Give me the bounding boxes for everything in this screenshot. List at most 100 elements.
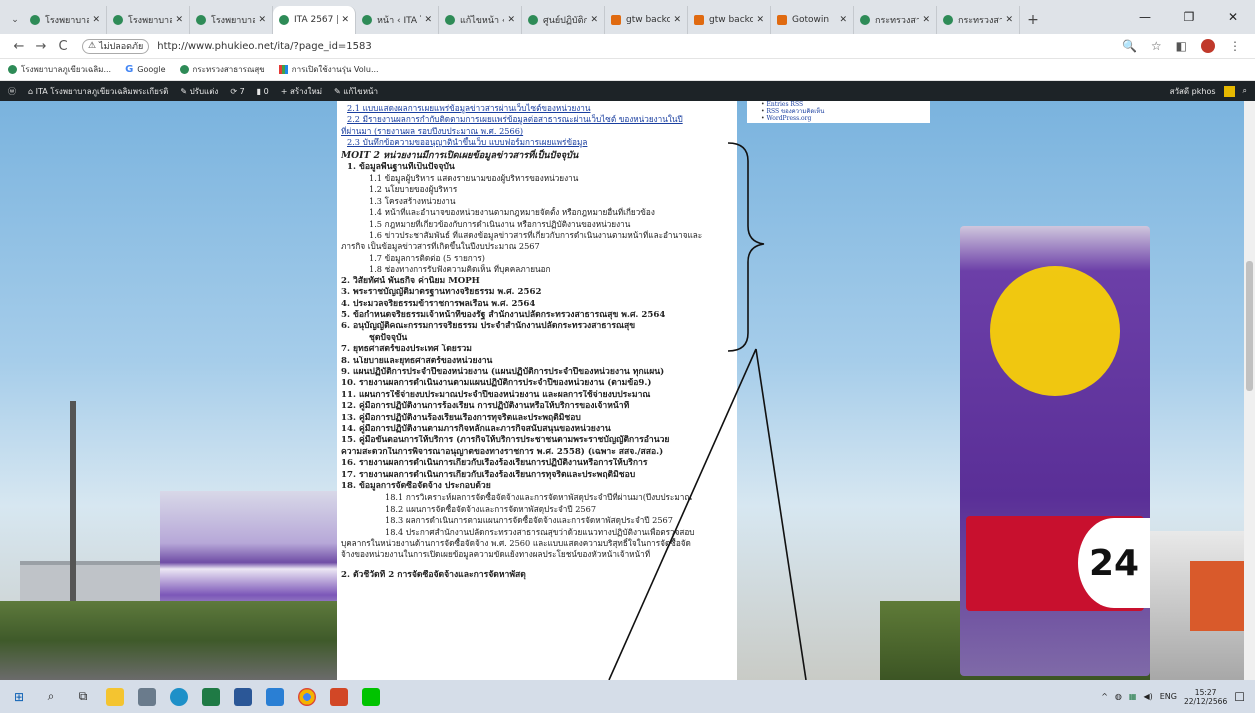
excel-icon[interactable]	[202, 687, 220, 706]
forward-button[interactable]: →	[30, 39, 52, 54]
site-icon	[279, 15, 289, 25]
admin-customize[interactable]: ✎ ปรับแต่ง	[180, 85, 218, 98]
page-scrollbar[interactable]	[1244, 101, 1255, 680]
new-tab-button[interactable]: +	[1020, 6, 1046, 34]
profile-avatar[interactable]	[1201, 39, 1215, 53]
app-icon[interactable]	[266, 687, 284, 706]
pencil-icon: ✎	[333, 86, 344, 96]
bookmarks-bar: โรงพยาบาลภูเขียวเฉลิม... G Google กระทรวงสา…	[0, 59, 1255, 81]
network-icon[interactable]: ◍	[1115, 692, 1122, 701]
tab-title: Gotowin	[792, 15, 830, 25]
browser-tab[interactable]: ITA 2567 | IT✕	[273, 6, 356, 34]
notification-icon[interactable]: ☐	[1234, 690, 1245, 704]
toolbar-right: 🔍 ☆ ◧ ⋮	[1122, 39, 1241, 53]
close-tab-icon[interactable]: ✕	[92, 15, 100, 25]
bookmark-label: Google	[137, 65, 166, 74]
close-window-button[interactable]: ✕	[1211, 0, 1255, 34]
powerpoint-icon[interactable]	[330, 687, 348, 706]
search-icon[interactable]: ⌕	[1243, 86, 1247, 96]
url-field[interactable]: ⚠ ไม่ปลอดภัย http://www.phukieo.net/ita/?…	[82, 36, 1122, 56]
close-tab-icon[interactable]: ✕	[839, 15, 847, 25]
clock[interactable]: 15:27 22/12/2566	[1184, 688, 1227, 706]
bookmark-label: โรงพยาบาลภูเขียวเฉลิม...	[21, 65, 112, 74]
close-tab-icon[interactable]: ✕	[756, 15, 764, 25]
chrome-icon[interactable]	[298, 687, 316, 706]
bookmark-item[interactable]: โรงพยาบาลภูเขียวเฉลิม...	[8, 63, 111, 76]
tab-list: โรงพยาบาลภูเ✕โรงพยาบาลภูเ✕โรงพยาบาลภูเ✕I…	[24, 6, 1020, 34]
browser-tab[interactable]: แก้ไขหน้า ‹ IT✕	[439, 6, 522, 34]
url-text: http://www.phukieo.net/ita/?page_id=1583	[157, 40, 372, 52]
zoom-icon[interactable]: 🔍	[1122, 39, 1137, 53]
tray-app-icon[interactable]: ▦	[1129, 692, 1137, 701]
browser-tab[interactable]: gtw backoffi✕	[605, 6, 688, 34]
app-icon[interactable]	[138, 687, 156, 706]
tab-search-button[interactable]: ⌄	[6, 6, 24, 34]
edge-icon[interactable]	[170, 687, 188, 706]
browser-tab[interactable]: กระทรวงสาธา✕	[854, 6, 937, 34]
page-viewport: 24 2.1 แบบแสดงผลการเผยแพร่ข้อมูลข่าวสารผ…	[0, 101, 1255, 680]
bookmark-item[interactable]: กระทรวงสาธารณสุข	[179, 63, 265, 76]
admin-updates[interactable]: ⟳ 7	[230, 87, 244, 96]
admin-comments[interactable]: ▮ 0	[257, 87, 269, 96]
system-tray: ^ ◍ ▦ ◀) ENG 15:27 22/12/2566 ☐	[1101, 688, 1245, 706]
admin-site-name[interactable]: ⌂ ITA โรงพยาบาลภูเขียวเฉลิมพระเกียรติ	[28, 85, 168, 98]
close-tab-icon[interactable]: ✕	[341, 15, 349, 25]
browser-tab[interactable]: โรงพยาบาลภูเ✕	[24, 6, 107, 34]
browser-tab[interactable]: gtw backoffi✕	[688, 6, 771, 34]
maximize-button[interactable]: ❐	[1167, 0, 1211, 34]
brush-icon: ✎	[180, 86, 190, 96]
tab-title: โรงพยาบาลภูเ	[128, 16, 172, 26]
admin-new[interactable]: + สร้างใหม่	[281, 85, 322, 98]
bookmark-item[interactable]: G Google	[125, 64, 165, 75]
home-icon: ⌂	[28, 86, 36, 96]
close-tab-icon[interactable]: ✕	[424, 15, 432, 25]
close-tab-icon[interactable]: ✕	[590, 15, 598, 25]
browser-tab[interactable]: โรงพยาบาลภูเ✕	[107, 6, 190, 34]
file-explorer-icon[interactable]	[106, 687, 124, 706]
admin-account[interactable]: สวัสดี pkhos ⌕	[1170, 85, 1247, 98]
callout-line-left	[608, 348, 757, 680]
tab-title: โรงพยาบาลภูเ	[45, 16, 89, 26]
start-button[interactable]: ⊞	[10, 688, 28, 706]
browser-tab[interactable]: หน้า ‹ ITA โร✕	[356, 6, 439, 34]
bookmark-star-icon[interactable]: ☆	[1151, 39, 1162, 53]
browser-tab[interactable]: โรงพยาบาลภูเ✕	[190, 6, 273, 34]
close-tab-icon[interactable]: ✕	[507, 15, 515, 25]
bookmark-item[interactable]: การเปิดใช้งานรุ่น Volu...	[278, 63, 379, 76]
search-taskbar-icon[interactable]: ⌕	[42, 688, 60, 706]
minimize-button[interactable]: —	[1123, 0, 1167, 34]
site-icon	[30, 15, 40, 25]
volume-icon[interactable]: ◀)	[1143, 692, 1152, 701]
tab-title: ศูนย์ปฏิบัติการ	[543, 16, 587, 26]
browser-tab[interactable]: Gotowin ✕	[771, 6, 854, 34]
site-icon	[860, 15, 870, 25]
tab-title: โรงพยาบาลภูเ	[211, 16, 255, 26]
browser-menu-icon[interactable]: ⋮	[1229, 39, 1241, 53]
security-indicator[interactable]: ⚠ ไม่ปลอดภัย	[82, 38, 150, 54]
language-indicator[interactable]: ENG	[1160, 692, 1177, 701]
wordpress-logo-icon[interactable]: ⓦ	[8, 86, 16, 97]
browser-tab[interactable]: ศูนย์ปฏิบัติการ✕	[522, 6, 605, 34]
side-panel-icon[interactable]: ◧	[1176, 39, 1187, 53]
line-icon[interactable]	[362, 687, 380, 706]
close-tab-icon[interactable]: ✕	[175, 15, 183, 25]
tab-title: gtw backoffi	[626, 15, 670, 25]
close-tab-icon[interactable]: ✕	[1005, 15, 1013, 25]
tray-expand-icon[interactable]: ^	[1101, 692, 1108, 701]
site-icon	[8, 65, 17, 74]
word-icon[interactable]	[234, 687, 252, 706]
browser-tab[interactable]: กระทรวงสาธา✕	[937, 6, 1020, 34]
task-view-icon[interactable]: ⧉	[74, 688, 92, 706]
back-button[interactable]: ←	[8, 39, 30, 54]
close-tab-icon[interactable]: ✕	[922, 15, 930, 25]
close-tab-icon[interactable]: ✕	[258, 15, 266, 25]
go-icon	[694, 15, 704, 25]
scrollbar-thumb[interactable]	[1246, 261, 1253, 391]
admin-edit-page[interactable]: ✎ แก้ไขหน้า	[334, 85, 378, 98]
reload-button[interactable]: C	[52, 39, 74, 54]
site-icon	[943, 15, 953, 25]
grid-icon	[278, 65, 288, 74]
updates-icon: ⟳	[230, 86, 240, 96]
user-avatar	[1223, 85, 1235, 97]
close-tab-icon[interactable]: ✕	[673, 15, 681, 25]
